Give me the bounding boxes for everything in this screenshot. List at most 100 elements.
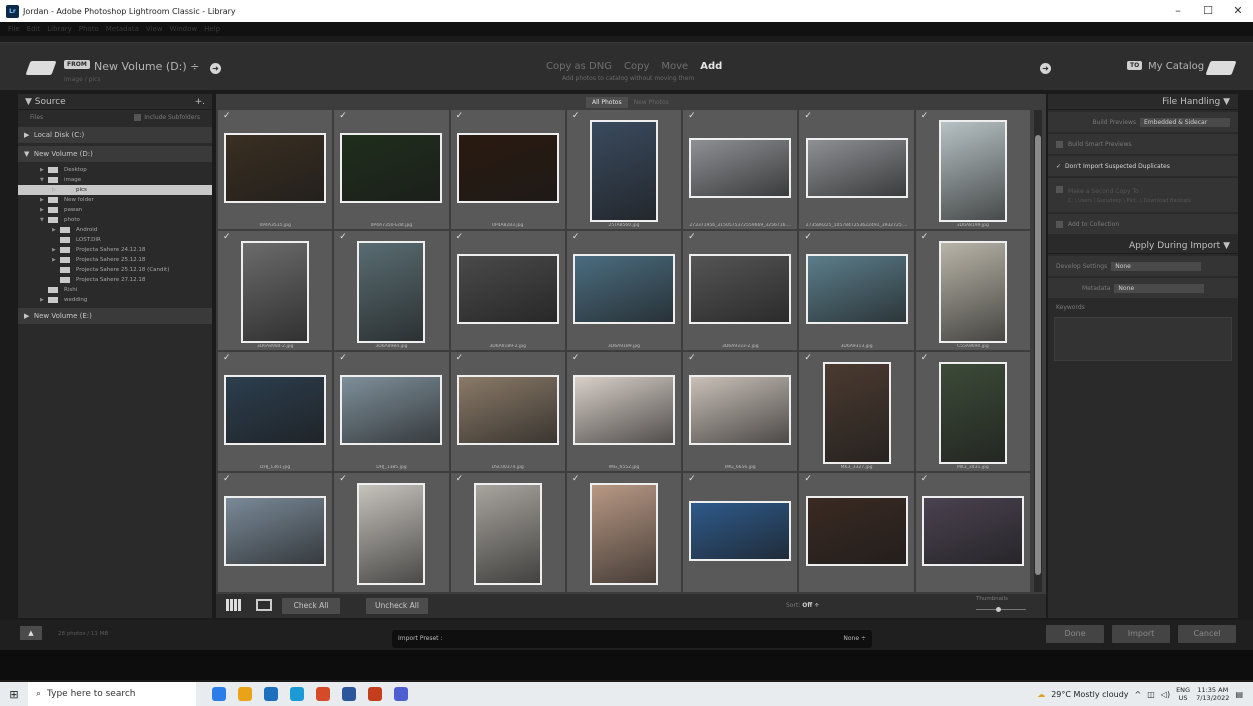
develop-settings-select[interactable]: None [1111, 261, 1202, 271]
menu-edit[interactable]: Edit [27, 25, 41, 33]
maximize-button[interactable]: ☐ [1193, 0, 1223, 22]
include-checkbox[interactable]: ✓ [223, 232, 231, 242]
expand-triangle-icon[interactable]: ▶ [40, 167, 48, 173]
folder-item[interactable]: Projecta Sahere 25.12.18 (Candit) [18, 265, 212, 275]
scrollbar-thumb[interactable] [1035, 135, 1041, 575]
photo-thumbnail[interactable] [224, 496, 327, 566]
photo-thumbnail[interactable] [572, 254, 675, 324]
include-checkbox[interactable]: ✓ [456, 232, 464, 242]
include-checkbox[interactable]: ✓ [339, 232, 347, 242]
grid-view-icon[interactable] [226, 599, 242, 611]
photo-thumbnail[interactable] [340, 133, 443, 203]
photo-thumbnail-cell[interactable]: ✓ DHJ_1361.jpg [218, 352, 333, 471]
photo-thumbnail-cell[interactable]: ✓ [915, 473, 1030, 592]
photo-thumbnail-cell[interactable]: ✓ IMG_6656.jpg [683, 352, 798, 471]
photo-thumbnail[interactable] [805, 496, 908, 566]
minimize-button[interactable]: – [1163, 0, 1193, 22]
photo-thumbnail-cell[interactable]: ✓ 3D6A8984.jpg [334, 231, 449, 350]
expand-triangle-icon[interactable]: ▶ [40, 197, 48, 203]
include-checkbox[interactable]: ✓ [921, 474, 929, 484]
expand-triangle-icon[interactable]: ▼ [40, 217, 48, 223]
include-checkbox[interactable]: ✓ [688, 111, 696, 121]
uncheck-all-button[interactable]: Uncheck All [366, 598, 428, 614]
checkbox-icon[interactable] [134, 113, 142, 121]
clock[interactable]: 11:35 AM 7/13/2022 [1196, 686, 1229, 702]
include-checkbox[interactable]: ✓ [456, 474, 464, 484]
photo-thumbnail[interactable] [456, 254, 559, 324]
mode-copy[interactable]: Copy [624, 61, 649, 72]
tray-chevron-icon[interactable]: ^ [1135, 690, 1142, 699]
photo-thumbnail[interactable] [241, 241, 310, 343]
drive-d[interactable]: ▼ New Volume (D:) [18, 146, 212, 162]
mode-copy-as-dng[interactable]: Copy as DNG [546, 61, 612, 72]
checked-checkbox-icon[interactable]: ✓ [1056, 163, 1061, 170]
import-preset-selector[interactable]: Import Preset : None ÷ [392, 630, 872, 648]
tab-all-photos[interactable]: All Photos [586, 97, 628, 108]
photo-thumbnail-cell[interactable]: ✓ 25TA8560.jpg [566, 110, 682, 229]
photo-thumbnail[interactable] [456, 375, 559, 445]
checkbox-icon[interactable] [1056, 186, 1063, 193]
photo-thumbnail[interactable] [589, 483, 658, 585]
include-subfolders-option[interactable]: Include Subfolders [134, 113, 200, 121]
include-checkbox[interactable]: ✓ [572, 232, 580, 242]
file-handling-header[interactable]: File Handling ▼ [1048, 94, 1238, 110]
taskbar-app-icon[interactable] [342, 687, 356, 701]
include-checkbox[interactable]: ✓ [456, 111, 464, 121]
photo-thumbnail[interactable] [938, 241, 1007, 343]
expand-triangle-icon[interactable]: ▶ [52, 257, 60, 263]
taskbar-app-icon[interactable] [316, 687, 330, 701]
folder-item[interactable]: ▶ pawan [18, 205, 212, 215]
photo-thumbnail[interactable] [473, 483, 542, 585]
folder-item[interactable]: ▷ pics [18, 185, 212, 195]
folder-item[interactable]: ▶ Desktop [18, 165, 212, 175]
metadata-select[interactable]: None [1114, 283, 1205, 293]
language-indicator[interactable]: ENG US [1176, 686, 1190, 702]
include-checkbox[interactable]: ✓ [572, 353, 580, 363]
photo-thumbnail[interactable] [921, 496, 1024, 566]
menu-help[interactable]: Help [204, 25, 220, 33]
expand-triangle-icon[interactable]: ▶ [52, 247, 60, 253]
photo-thumbnail-cell[interactable]: ✓ [799, 473, 914, 592]
sort-control[interactable]: Sort: Off ÷ [786, 602, 819, 609]
folder-item[interactable]: Projecta Sahere 27.12.18 [18, 275, 212, 285]
photo-thumbnail[interactable] [805, 254, 908, 324]
photo-thumbnail-cell[interactable]: ✓ [683, 473, 798, 592]
photo-thumbnail-cell[interactable]: ✓ 3D6A9313.jpg [799, 231, 914, 350]
include-checkbox[interactable]: ✓ [223, 353, 231, 363]
taskbar-app-icon[interactable] [394, 687, 408, 701]
photo-thumbnail-cell[interactable]: ✓ C55A9690.jpg [915, 231, 1030, 350]
photo-thumbnail[interactable] [357, 241, 426, 343]
volume-icon[interactable]: ◁) [1161, 690, 1170, 699]
taskbar-app-icon[interactable] [238, 687, 252, 701]
include-checkbox[interactable]: ✓ [804, 232, 812, 242]
add-source-button[interactable]: +. [195, 97, 205, 107]
include-checkbox[interactable]: ✓ [921, 111, 929, 121]
include-checkbox[interactable]: ✓ [921, 353, 929, 363]
checkbox-icon[interactable] [1056, 220, 1063, 228]
photo-thumbnail-cell[interactable]: ✓ 273589225_1057847253622491_3932725.... [799, 110, 914, 229]
photo-thumbnail[interactable] [938, 120, 1007, 222]
photo-thumbnail-cell[interactable]: ✓ MK3_3431.jpg [915, 352, 1030, 471]
photo-thumbnail-cell[interactable]: ✓ IMG_6552.jpg [566, 352, 682, 471]
taskbar-search[interactable]: ⌕ Type here to search [28, 682, 196, 706]
grid-scrollbar[interactable] [1034, 110, 1042, 592]
photo-thumbnail-cell[interactable]: ✓ [566, 473, 682, 592]
include-checkbox[interactable]: ✓ [339, 111, 347, 121]
photo-thumbnail-cell[interactable]: ✓ [334, 473, 449, 592]
notifications-icon[interactable]: ▤ [1235, 690, 1243, 699]
include-checkbox[interactable]: ✓ [921, 232, 929, 242]
import-button[interactable]: Import [1112, 625, 1170, 643]
include-checkbox[interactable]: ✓ [804, 111, 812, 121]
source-volume-selector[interactable]: New Volume (D:) ÷ [94, 60, 199, 73]
include-checkbox[interactable]: ✓ [688, 232, 696, 242]
expand-triangle-icon[interactable]: ▼ [40, 177, 48, 183]
mode-move[interactable]: Move [661, 61, 688, 72]
photo-thumbnail[interactable] [689, 138, 792, 198]
second-copy-row[interactable]: Make a Second Copy To : C: \ Users \ Gur… [1048, 178, 1238, 212]
photo-thumbnail-cell[interactable]: ✓ 273371956_3150575372559669_3256716.... [683, 110, 798, 229]
include-checkbox[interactable]: ✓ [688, 353, 696, 363]
taskbar-app-icon[interactable] [212, 687, 226, 701]
photo-thumbnail-cell[interactable]: ✓ 3D6A9333-2.jpg [683, 231, 798, 350]
build-smart-previews-row[interactable]: Build Smart Previews [1048, 134, 1238, 154]
taskbar-app-icon[interactable] [368, 687, 382, 701]
